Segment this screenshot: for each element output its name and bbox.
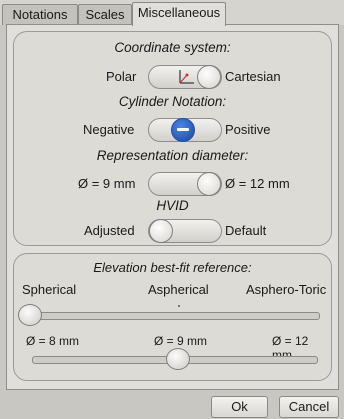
hvid-toggle[interactable] <box>148 219 222 243</box>
negative-label: Negative <box>83 122 135 137</box>
diameter-9mm-label: Ø = 9 mm <box>78 176 136 191</box>
ok-button-label: Ok <box>231 399 248 414</box>
misc-panel: Coordinate system: Polar Cartesian Cylin… <box>6 24 339 390</box>
tab-scales[interactable]: Scales <box>78 4 132 25</box>
tab-notations-label: Notations <box>12 7 68 22</box>
tab-notations[interactable]: Notations <box>2 4 78 25</box>
tab-miscellaneous[interactable]: Miscellaneous <box>132 2 226 26</box>
cylinder-notation-title: Cylinder Notation: <box>118 94 227 109</box>
diameter-knob <box>197 172 221 196</box>
coordinate-knob <box>197 65 221 89</box>
elevation-group: Elevation best-fit reference: Spherical … <box>13 253 332 381</box>
positive-label: Positive <box>225 122 271 137</box>
cartesian-label: Cartesian <box>225 69 281 84</box>
polar-label: Polar <box>106 69 137 84</box>
elev-diameter-8mm-label: Ø = 8 mm <box>26 334 80 348</box>
representation-diameter-toggle[interactable] <box>148 172 222 196</box>
tab-miscellaneous-label: Miscellaneous <box>137 5 221 20</box>
tab-bar: Notations Scales Miscellaneous <box>0 0 344 26</box>
display-options-group: Coordinate system: Polar Cartesian Cylin… <box>13 31 332 246</box>
axes-icon <box>179 70 194 84</box>
reference-slider-track[interactable] <box>26 312 320 320</box>
elevation-title: Elevation best-fit reference: <box>93 260 252 275</box>
adjusted-label: Adjusted <box>84 223 135 238</box>
reference-tick <box>178 305 180 307</box>
cancel-button[interactable]: Cancel <box>279 396 339 418</box>
coordinate-system-toggle[interactable] <box>148 65 222 89</box>
reference-slider-thumb[interactable] <box>18 304 42 326</box>
tab-scales-label: Scales <box>85 7 125 22</box>
aspherical-label: Aspherical <box>148 282 209 297</box>
hvid-knob <box>149 219 173 243</box>
spherical-label: Spherical <box>22 282 77 297</box>
cylinder-notation-toggle[interactable] <box>148 118 222 142</box>
diameter-12mm-label: Ø = 12 mm <box>225 176 290 191</box>
coordinate-system-title: Coordinate system: <box>114 40 231 55</box>
ok-button[interactable]: Ok <box>211 396 268 418</box>
diameter-slider-thumb[interactable] <box>166 348 190 370</box>
minus-circle-icon <box>171 118 195 142</box>
representation-diameter-title: Representation diameter: <box>96 148 249 163</box>
default-label: Default <box>225 223 267 238</box>
asphero-toric-label: Asphero-Toric <box>246 282 327 297</box>
cancel-button-label: Cancel <box>288 399 330 414</box>
elev-diameter-9mm-label: Ø = 9 mm <box>154 334 208 348</box>
hvid-title: HVID <box>156 198 189 213</box>
